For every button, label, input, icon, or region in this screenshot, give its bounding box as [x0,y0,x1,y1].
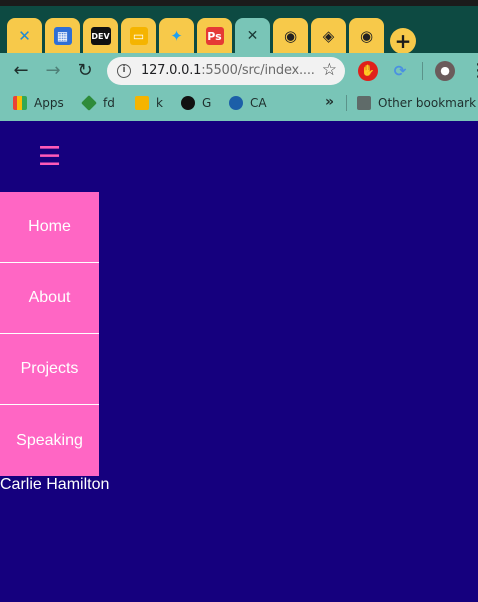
side-nav: Home About Projects Speaking [0,192,99,476]
globe-icon: ◉ [283,27,298,45]
bookmark-label: k [156,96,163,110]
tab-strip: ✕ ▦ DEV ▭ ✦ Ps ✕ ◉ ◈ ◉ + [0,6,478,54]
bookmark-github[interactable]: G [181,94,211,112]
more-menu-icon[interactable]: ⋮ [466,59,478,83]
url-host: 127.0.0.1 [141,63,202,78]
bookmark-label: fd [103,96,115,110]
ca-icon [229,96,243,110]
other-bookmarks-folder[interactable]: Other bookmark [357,94,476,112]
slides-icon: ▭ [129,27,148,45]
page-content: ☰ Home About Projects Speaking Carlie Ha… [0,121,478,602]
new-tab-button[interactable]: + [390,28,416,54]
bookmark-label: CA [250,96,267,110]
bookmark-fd[interactable]: fd [81,94,115,112]
tab-twitter[interactable]: ✦ [159,18,194,54]
nav-item-home[interactable]: Home [0,192,99,263]
tab-codepen[interactable]: ◈ [311,18,346,54]
tab-photopea[interactable]: Ps [197,18,232,54]
folder-icon [357,96,371,110]
globe-icon: ◉ [359,27,374,45]
browser-toolbar: ← → ↻ i 127.0.0.1:5500/src/index.... ☆ ✋… [0,53,478,89]
author-name: Carlie Hamilton [0,476,110,493]
feedly-icon [81,95,97,111]
apps-grid-icon [13,96,27,110]
bookmarks-separator [346,95,347,111]
bookmark-label: Apps [34,96,64,110]
site-info-icon[interactable]: i [117,64,131,78]
vscode-icon: ✕ [15,27,34,45]
forward-arrow-icon[interactable]: → [41,59,65,83]
tab-globe-2[interactable]: ◉ [349,18,384,54]
bookmark-apps[interactable]: Apps [13,94,64,112]
photopea-icon: Ps [205,27,224,45]
bookmark-label: G [202,96,212,110]
address-url[interactable]: 127.0.0.1:5500/src/index.... [141,63,315,78]
close-tab-icon[interactable]: ✕ [247,28,259,44]
tab-globe-1[interactable]: ◉ [273,18,308,54]
bookmarks-overflow-icon[interactable]: » [325,94,334,110]
dev-icon: DEV [90,27,111,45]
back-arrow-icon[interactable]: ← [9,59,33,83]
profile-avatar[interactable]: ● [435,61,455,81]
tab-slides[interactable]: ▭ [121,18,156,54]
adblock-extension-icon[interactable]: ✋ [358,61,378,81]
twitter-icon: ✦ [170,27,183,45]
keep-icon [135,96,149,110]
other-bookmarks-label: Other bookmark [378,96,477,110]
tab-active[interactable]: ✕ [235,18,270,54]
calculator-icon: ▦ [53,27,72,45]
tab-dev[interactable]: DEV [83,18,118,54]
bookmarks-bar: Apps fd k G CA » Other bookmark [0,89,478,117]
reload-icon[interactable]: ↻ [73,59,97,83]
url-path: :5500/src/index.... [201,63,315,78]
address-bar[interactable]: i 127.0.0.1:5500/src/index.... ☆ [107,57,345,85]
hamburger-menu-icon[interactable]: ☰ [38,143,61,171]
codepen-icon: ◈ [322,27,335,45]
bookmark-star-icon[interactable]: ☆ [322,60,337,80]
tab-vscode[interactable]: ✕ [7,18,42,54]
bookmark-k[interactable]: k [135,94,163,112]
nav-item-about[interactable]: About [0,263,99,334]
extension-icon[interactable]: ⟳ [390,61,410,81]
toolbar-separator [422,62,423,80]
bookmark-ca[interactable]: CA [229,94,267,112]
github-icon [181,96,195,110]
nav-item-projects[interactable]: Projects [0,334,99,405]
tab-calculator[interactable]: ▦ [45,18,80,54]
nav-item-speaking[interactable]: Speaking [0,405,99,476]
